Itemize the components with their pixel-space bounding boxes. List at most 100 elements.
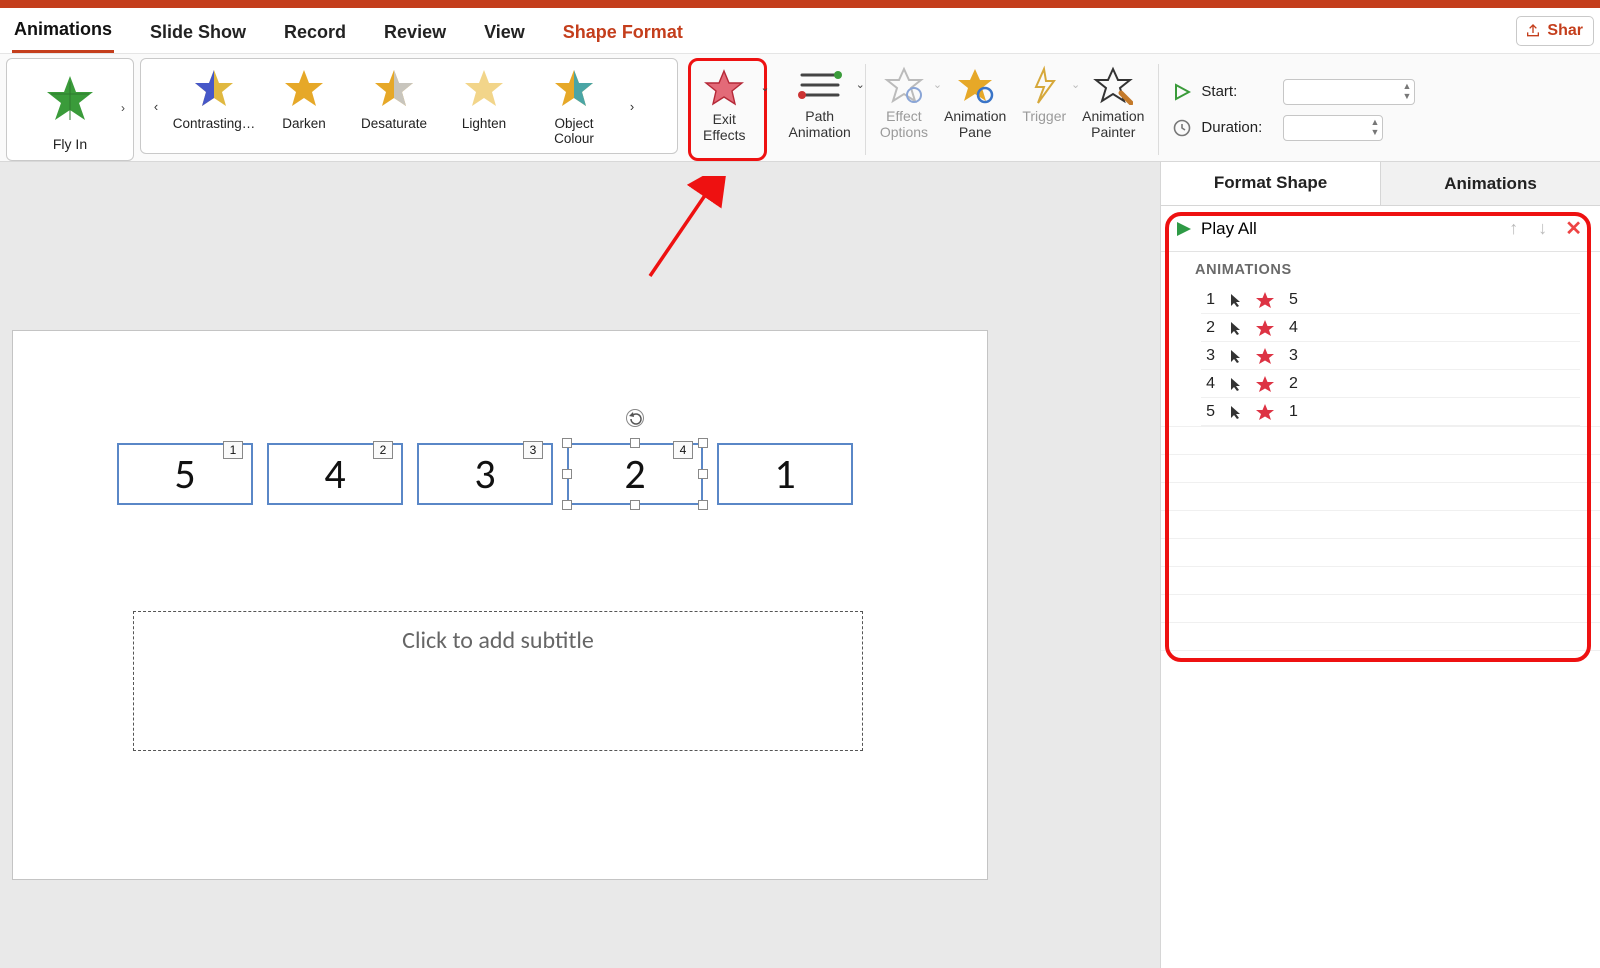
subtitle-placeholder[interactable]: Click to add subtitle (133, 611, 863, 751)
move-down-button[interactable]: ↓ (1532, 218, 1553, 239)
resize-handle[interactable] (630, 500, 640, 510)
animation-order-tag[interactable]: 1 (223, 441, 243, 459)
effect-options-label: Effect Options (880, 108, 928, 140)
item-number: 5 (1201, 403, 1215, 421)
play-all-button[interactable]: Play All (1201, 219, 1257, 239)
entrance-gallery[interactable]: Fly In › (6, 58, 134, 161)
start-dropdown[interactable]: ▲▼ (1283, 79, 1415, 105)
animation-list-item[interactable]: 5 1 (1201, 398, 1580, 426)
resize-handle[interactable] (630, 438, 640, 448)
animation-list-item[interactable]: 2 4 (1201, 314, 1580, 342)
exit-star-icon (1255, 375, 1275, 393)
tab-shape-format[interactable]: Shape Format (561, 16, 685, 53)
exit-star-icon (704, 68, 744, 108)
shape-text: 5 (174, 449, 195, 500)
animation-order-tag[interactable]: 3 (523, 441, 543, 459)
animations-list: 1 5 2 4 3 3 4 2 5 1 (1161, 286, 1600, 426)
clock-icon (1173, 119, 1191, 137)
share-label: Shar (1547, 22, 1583, 40)
share-button[interactable]: Shar (1516, 16, 1594, 46)
resize-handle[interactable] (562, 469, 572, 479)
duration-spinner[interactable]: ▲▼ (1283, 115, 1383, 141)
tab-review[interactable]: Review (382, 16, 448, 53)
animation-order-tag[interactable]: 2 (373, 441, 393, 459)
emphasis-desaturate[interactable]: Desaturate (353, 62, 435, 150)
path-icon (798, 65, 842, 105)
exit-star-icon (1255, 291, 1275, 309)
remove-animation-button[interactable]: ✕ (1561, 216, 1586, 241)
item-target: 1 (1289, 403, 1298, 421)
move-up-button[interactable]: ↑ (1503, 218, 1524, 239)
animation-pane-label: Animation Pane (944, 108, 1006, 140)
tab-animations[interactable]: Animations (12, 13, 114, 53)
animation-list-item[interactable]: 1 5 (1201, 286, 1580, 314)
animation-painter-label: Animation Painter (1082, 108, 1144, 140)
timing-group: Start: ▲▼ Duration: ▲▼ (1165, 58, 1423, 161)
chevron-down-icon[interactable]: ⌄ (760, 81, 769, 94)
emphasis-lighten[interactable]: Lighten (443, 62, 525, 150)
exit-star-icon (1255, 319, 1275, 337)
animation-list-item[interactable]: 4 2 (1201, 370, 1580, 398)
play-icon (1175, 220, 1193, 238)
animation-list-item[interactable]: 3 3 (1201, 342, 1580, 370)
resize-handle[interactable] (698, 500, 708, 510)
exit-effects-button[interactable]: Exit Effects ⌄ (688, 58, 767, 161)
animations-list-header: ANIMATIONS (1161, 252, 1600, 286)
shape-text: 2 (624, 449, 645, 500)
duration-label: Duration: (1201, 119, 1273, 136)
star-gear-icon (955, 65, 995, 105)
resize-handle[interactable] (562, 438, 572, 448)
chevron-right-icon[interactable]: › (121, 101, 125, 115)
share-icon (1525, 23, 1541, 39)
exit-star-icon (1255, 347, 1275, 365)
resize-handle[interactable] (698, 438, 708, 448)
item-target: 2 (1289, 375, 1298, 393)
item-label: Desaturate (361, 116, 427, 131)
onclick-icon (1229, 376, 1241, 392)
slide-canvas[interactable]: 5 1 4 2 3 3 2 4 1 5 Click to add subtitl… (12, 330, 988, 880)
start-label: Start: (1201, 83, 1273, 100)
resize-handle[interactable] (562, 500, 572, 510)
tab-record[interactable]: Record (282, 16, 348, 53)
shape-box-1[interactable]: 1 (717, 443, 853, 505)
emphasis-contrasting[interactable]: Contrasting… (173, 62, 255, 150)
item-label: Darken (282, 116, 326, 131)
trigger-button: Trigger ⌄ (1014, 58, 1074, 161)
chevron-down-icon[interactable]: ⌄ (856, 78, 865, 91)
item-target: 4 (1289, 319, 1298, 337)
emphasis-object-colour[interactable]: Object Colour (533, 62, 615, 150)
path-animation-button[interactable]: Path Animation ⌄ (781, 58, 859, 161)
pane-tab-animations[interactable]: Animations (1380, 162, 1600, 205)
onclick-icon (1229, 404, 1241, 420)
item-number: 2 (1201, 319, 1215, 337)
tab-slideshow[interactable]: Slide Show (148, 16, 248, 53)
animation-painter-button[interactable]: Animation Painter (1074, 58, 1152, 161)
emphasis-darken[interactable]: Darken (263, 62, 345, 150)
rotate-handle[interactable] (626, 409, 644, 427)
gallery-next[interactable]: › (623, 71, 641, 141)
flyin-star-icon (43, 72, 97, 126)
star-gear-icon (884, 65, 924, 105)
emphasis-gallery[interactable]: ‹ Contrasting… Darken Desaturate Lighten… (140, 58, 678, 154)
shape-text: 1 (774, 449, 795, 500)
animation-pane-button[interactable]: Animation Pane (936, 58, 1014, 161)
painter-icon (1093, 65, 1133, 105)
item-target: 3 (1289, 347, 1298, 365)
shape-text: 3 (474, 449, 495, 500)
exit-star-icon (1255, 403, 1275, 421)
gallery-prev[interactable]: ‹ (147, 71, 165, 141)
play-row: Play All ↑ ↓ ✕ (1161, 206, 1600, 252)
list-empty-area (1161, 426, 1600, 666)
pane-tabs: Format Shape Animations (1161, 162, 1600, 206)
tab-view[interactable]: View (482, 16, 527, 53)
ribbon: Fly In › ‹ Contrasting… Darken Desaturat… (0, 54, 1600, 162)
pane-tab-format-shape[interactable]: Format Shape (1161, 162, 1380, 205)
resize-handle[interactable] (698, 469, 708, 479)
item-number: 3 (1201, 347, 1215, 365)
star-icon (372, 67, 416, 111)
animation-order-tag[interactable]: 4 (673, 441, 693, 459)
onclick-icon (1229, 292, 1241, 308)
separator (1158, 64, 1159, 155)
item-label: Lighten (462, 116, 506, 131)
effect-options-button: Effect Options ⌄ (872, 58, 936, 161)
